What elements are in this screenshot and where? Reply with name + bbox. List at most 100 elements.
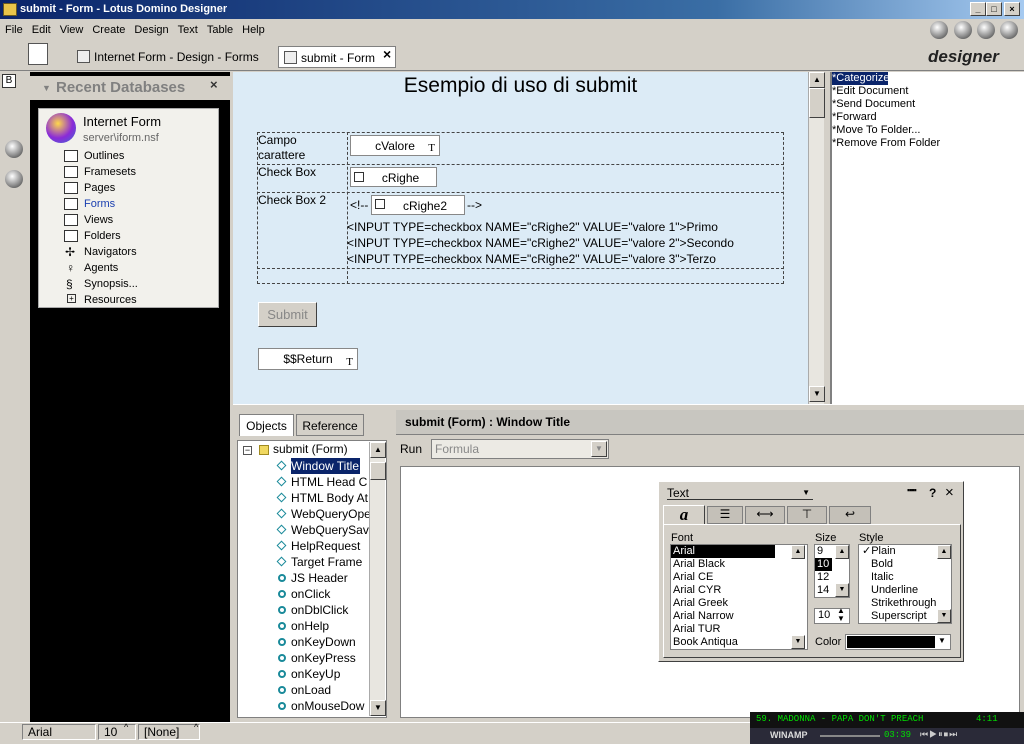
tree-item[interactable]: onLoad [291, 682, 369, 698]
bookmark-b-icon[interactable]: B [2, 74, 16, 88]
style-listbox[interactable]: ✓Plain Bold Italic Underline Strikethrou… [858, 544, 952, 624]
db-item-outlines[interactable]: Outlines [84, 148, 124, 164]
field-cvalore[interactable]: cValore T [350, 135, 440, 156]
font-option[interactable]: Arial Black [671, 558, 807, 571]
scroll-thumb[interactable] [370, 462, 386, 480]
status-style[interactable]: [None] [138, 724, 200, 740]
tree-item[interactable]: onKeyDown [291, 634, 369, 650]
menu-create[interactable]: Create [92, 24, 125, 36]
workspace-icon[interactable] [28, 43, 48, 65]
minimize-button[interactable]: _ [970, 2, 986, 16]
tab-font[interactable]: a [663, 505, 705, 525]
scroll-down-button[interactable]: ▼ [809, 386, 825, 402]
size-spinner[interactable]: 10 ▲ ▼ [814, 607, 850, 624]
db-item-resources[interactable]: Resources [84, 292, 137, 308]
tree-item[interactable]: JS Header [291, 570, 369, 586]
tree-item[interactable]: HelpRequest [291, 538, 369, 554]
scroll-thumb[interactable] [809, 88, 825, 118]
chevron-down-icon[interactable]: ▼ [591, 441, 607, 457]
tab-paragraph-styles[interactable]: ↩ [829, 506, 871, 524]
menu-table[interactable]: Table [207, 24, 233, 36]
status-font[interactable]: Arial [22, 724, 96, 740]
scroll-up-button[interactable]: ▲ [370, 442, 386, 458]
action-move-to-folder[interactable]: *Move To Folder... [832, 124, 920, 137]
field-crighe2[interactable]: cRighe2 [371, 195, 465, 215]
db-item-views[interactable]: Views [84, 212, 113, 228]
action-forward[interactable]: *Forward [832, 111, 877, 124]
scroll-down-button[interactable]: ▼ [937, 609, 951, 623]
db-item-framesets[interactable]: Framesets [84, 164, 136, 180]
tab-paragraph-alignment[interactable]: ☰ [707, 506, 743, 524]
tree-item[interactable]: WebQuerySav [291, 522, 369, 538]
tree-item[interactable]: HTML Head C [291, 474, 369, 490]
collapse-triangle-icon[interactable]: ▼ [42, 76, 51, 100]
field-crighe[interactable]: cRighe [350, 167, 437, 187]
collapse-minus-icon[interactable]: − [243, 446, 252, 455]
db-name[interactable]: Internet Form [83, 114, 161, 129]
font-option[interactable]: Arial CE [671, 571, 807, 584]
tree-item[interactable]: Target Frame [291, 554, 369, 570]
menu-design[interactable]: Design [134, 24, 168, 36]
tree-item[interactable]: onDblClick [291, 602, 369, 618]
tab-paragraph-margins[interactable]: ⟷ [745, 506, 785, 524]
window-title-bar[interactable]: submit - Form - Lotus Domino Designer [0, 0, 1024, 19]
winamp-seek-bar[interactable] [820, 735, 880, 737]
tab-objects[interactable]: Objects [239, 414, 294, 436]
db-item-pages[interactable]: Pages [84, 180, 115, 196]
font-option[interactable]: Arial CYR [671, 584, 807, 597]
color-picker[interactable]: ▼ [845, 634, 951, 650]
scroll-up-button[interactable]: ▲ [809, 72, 825, 88]
designer-bookmark-icon[interactable] [5, 170, 23, 188]
font-option[interactable]: Arial [671, 545, 775, 558]
spinner-arrows-icon[interactable]: ▲ ▼ [837, 607, 845, 623]
tree-item[interactable]: onKeyUp [291, 666, 369, 682]
database-icon[interactable] [954, 21, 972, 39]
domino-bookmark-icon[interactable] [5, 140, 23, 158]
winamp-buttons[interactable]: ⏮▶⏸⏹⏭ [920, 729, 958, 740]
scroll-up-button[interactable]: ▲ [835, 545, 849, 559]
font-option[interactable]: Arial Greek [671, 597, 807, 610]
tab-reference[interactable]: Reference [296, 414, 364, 436]
scroll-up-button[interactable]: ▲ [937, 545, 951, 559]
db-item-navigators[interactable]: Navigators [84, 244, 137, 260]
winamp-player[interactable]: 59. MADONNA - PAPA DON'T PREACH 4:11 WIN… [750, 712, 1024, 744]
form-scrollbar[interactable]: ▲ ▼ [808, 72, 825, 404]
close-tab-button[interactable]: × [383, 46, 391, 62]
font-option[interactable]: Arial Narrow [671, 610, 807, 623]
size-listbox[interactable]: 9 10 12 14 ▲ ▼ [814, 544, 850, 598]
menu-view[interactable]: View [60, 24, 84, 36]
tree-item[interactable]: onClick [291, 586, 369, 602]
font-option[interactable]: Book Antiqua [671, 636, 807, 649]
menu-file[interactable]: File [5, 24, 23, 36]
text-properties-palette[interactable]: Text ▼ ▪▪▪▪ ? × a ☰ ⟷ ⊤ ↩ Font Size Styl… [658, 481, 964, 662]
action-remove-from-folder[interactable]: *Remove From Folder [832, 137, 940, 150]
menu-text[interactable]: Text [178, 24, 198, 36]
refresh-icon[interactable] [1000, 21, 1018, 39]
expand-plus-icon[interactable]: + [67, 294, 76, 303]
status-size[interactable]: 10 [98, 724, 136, 740]
scroll-down-button[interactable]: ▼ [791, 635, 805, 649]
action-categorize[interactable]: *Categorize [832, 72, 889, 85]
tab-internet-form[interactable]: Internet Form - Design - Forms [72, 46, 272, 68]
action-send-document[interactable]: *Send Document [832, 98, 915, 111]
db-item-forms[interactable]: Forms [84, 196, 115, 212]
size-option[interactable]: 10 [815, 558, 832, 571]
tree-item[interactable]: onKeyPress [291, 650, 369, 666]
pin-icon[interactable]: ▪▪▪▪ [907, 485, 917, 495]
action-edit-document[interactable]: *Edit Document [832, 85, 908, 98]
db-item-folders[interactable]: Folders [84, 228, 121, 244]
tree-item[interactable]: WebQueryOpe [291, 506, 369, 522]
style-option[interactable]: Underline [859, 584, 951, 597]
tree-root[interactable]: submit (Form) [273, 442, 348, 456]
tree-scrollbar[interactable]: ▲ ▼ [369, 442, 386, 716]
font-listbox[interactable]: Arial Arial Black Arial CE Arial CYR Ari… [670, 544, 808, 650]
tree-item[interactable]: onHelp [291, 618, 369, 634]
style-option[interactable]: Italic [859, 571, 951, 584]
menu-edit[interactable]: Edit [32, 24, 51, 36]
style-option[interactable]: Bold [859, 558, 951, 571]
field-return[interactable]: $$Return T [258, 348, 358, 370]
close-window-button[interactable]: × [1004, 2, 1020, 16]
maximize-button[interactable]: □ [986, 2, 1002, 16]
tab-hide-when[interactable]: ⊤ [787, 506, 827, 524]
scroll-down-button[interactable]: ▼ [370, 700, 386, 716]
